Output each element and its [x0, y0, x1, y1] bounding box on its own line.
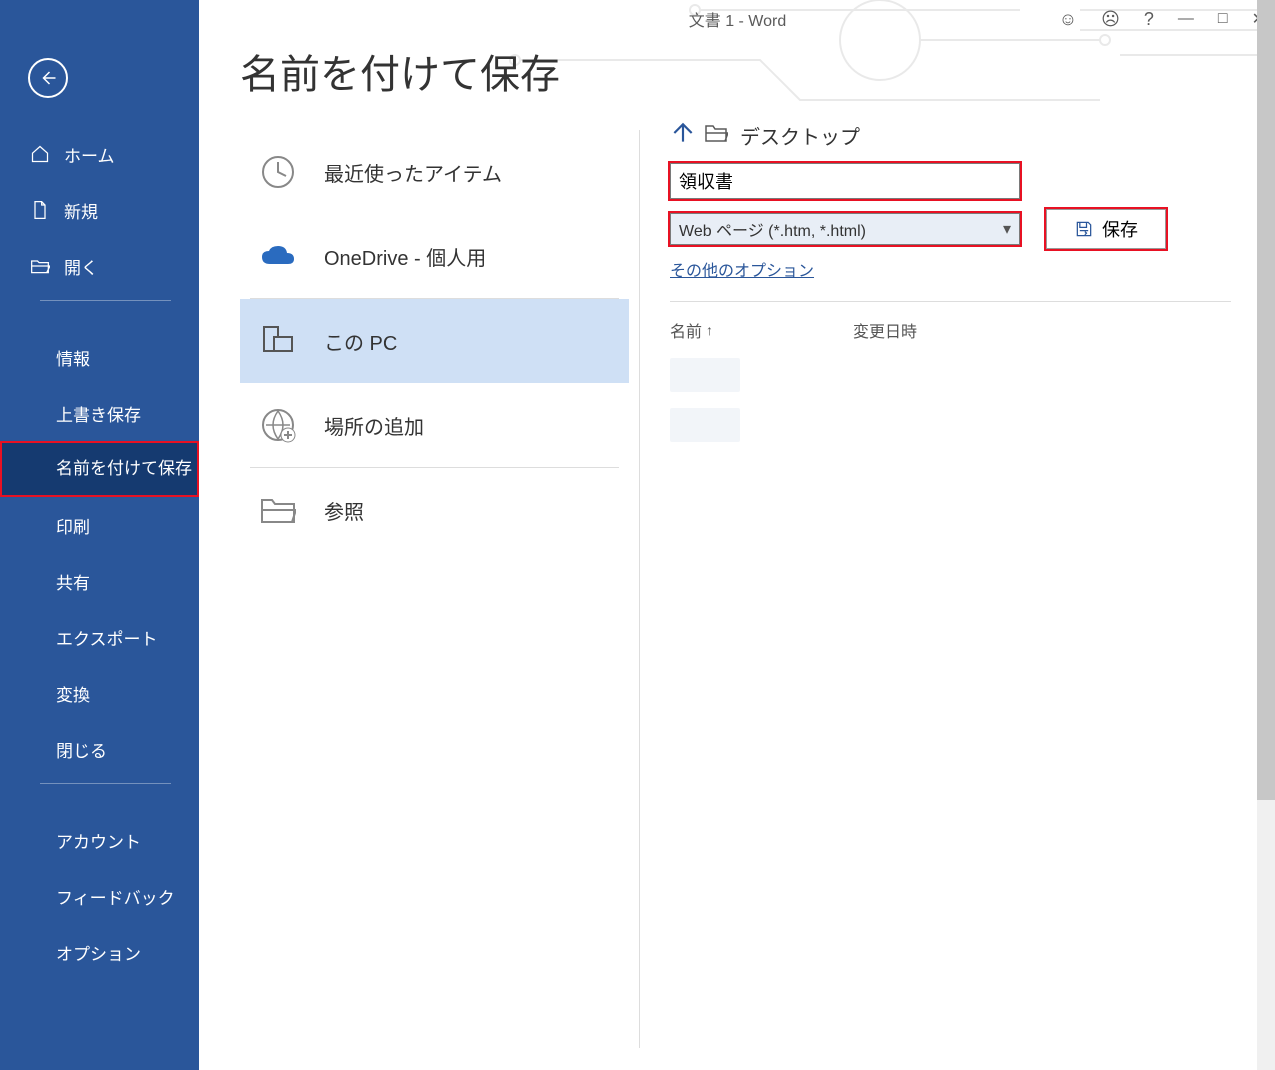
sidebar-item-export[interactable]: エクスポート — [0, 609, 199, 665]
save-locations-list: 最近使ったアイテム OneDrive - 個人用 この PC 場所の追加 参照 — [240, 130, 640, 1048]
location-label: この PC — [324, 327, 397, 356]
sidebar-label: オプション — [56, 940, 141, 965]
backstage-sidebar: ホーム 新規 開く 情報 上書き保存 名前を付けて保存 印刷 共有 エクスポート… — [0, 0, 199, 1070]
folder-icon — [704, 123, 728, 148]
sidebar-item-save[interactable]: 上書き保存 — [0, 385, 199, 441]
location-label: 最近使ったアイテム — [324, 158, 502, 187]
file-list-headers: 名前 ↑ 変更日時 — [670, 318, 1231, 342]
location-browse[interactable]: 参照 — [240, 468, 629, 552]
location-label: 場所の追加 — [324, 411, 424, 440]
sidebar-item-home[interactable]: ホーム — [0, 126, 199, 182]
sidebar-label: 新規 — [64, 198, 98, 223]
list-item — [670, 358, 740, 392]
filetype-value: Web ページ (*.htm, *.html) — [679, 217, 866, 241]
sidebar-item-new[interactable]: 新規 — [0, 182, 199, 238]
vertical-scrollbar[interactable] — [1257, 0, 1275, 1070]
sidebar-label: 変換 — [56, 681, 90, 706]
sidebar-label: 閉じる — [56, 737, 107, 762]
location-onedrive[interactable]: OneDrive - 個人用 — [240, 214, 629, 298]
sidebar-item-feedback[interactable]: フィードバック — [0, 868, 199, 924]
sidebar-item-print[interactable]: 印刷 — [0, 497, 199, 553]
filename-input[interactable] — [670, 163, 1020, 199]
sidebar-label: 情報 — [56, 345, 90, 370]
column-name[interactable]: 名前 ↑ — [670, 318, 713, 342]
location-label: OneDrive - 個人用 — [324, 242, 486, 271]
add-place-icon — [254, 401, 302, 449]
sidebar-label: 開く — [64, 254, 98, 279]
more-options-link[interactable]: その他のオプション — [670, 257, 814, 281]
sidebar-label: フィードバック — [56, 884, 175, 909]
sidebar-separator — [40, 783, 171, 784]
sidebar-label: 名前を付けて保存 — [56, 458, 192, 479]
location-recent[interactable]: 最近使ったアイテム — [240, 130, 629, 214]
location-this-pc[interactable]: この PC — [240, 299, 629, 383]
detail-separator — [670, 301, 1231, 302]
sidebar-separator — [40, 300, 171, 301]
thispc-icon — [254, 317, 302, 365]
column-modified[interactable]: 変更日時 — [853, 318, 917, 342]
sidebar-item-options[interactable]: オプション — [0, 924, 199, 980]
sort-asc-icon: ↑ — [706, 322, 713, 338]
save-button[interactable]: 保存 — [1046, 209, 1166, 249]
back-button[interactable] — [28, 58, 68, 98]
sidebar-item-info[interactable]: 情報 — [0, 329, 199, 385]
location-add-place[interactable]: 場所の追加 — [240, 383, 629, 467]
clock-icon — [254, 148, 302, 196]
location-label: 参照 — [324, 496, 364, 525]
folder-open-icon — [28, 254, 52, 278]
browse-folder-icon — [254, 486, 302, 534]
sidebar-label: 共有 — [56, 569, 90, 594]
sidebar-label: ホーム — [64, 142, 115, 167]
up-folder-button[interactable] — [670, 120, 696, 151]
save-detail-pane: デスクトップ Web ページ (*.htm, *.html) 保存 その他のオプ… — [670, 120, 1231, 442]
home-icon — [28, 142, 52, 166]
list-item — [670, 408, 740, 442]
onedrive-icon — [254, 232, 302, 280]
newdoc-icon — [28, 198, 52, 222]
sidebar-label: 印刷 — [56, 513, 90, 538]
sidebar-label: エクスポート — [56, 625, 158, 650]
sidebar-item-close[interactable]: 閉じる — [0, 721, 199, 777]
scrollbar-thumb[interactable] — [1257, 0, 1275, 800]
sidebar-label: アカウント — [56, 828, 141, 853]
sidebar-item-save-as[interactable]: 名前を付けて保存 — [0, 441, 199, 497]
current-path[interactable]: デスクトップ — [740, 121, 860, 150]
sidebar-label: 上書き保存 — [56, 401, 141, 426]
sidebar-item-share[interactable]: 共有 — [0, 553, 199, 609]
save-button-label: 保存 — [1102, 216, 1138, 242]
sidebar-item-open[interactable]: 開く — [0, 238, 199, 294]
page-title: 名前を付けて保存 — [240, 42, 1275, 100]
sidebar-item-transform[interactable]: 変換 — [0, 665, 199, 721]
sidebar-item-account[interactable]: アカウント — [0, 812, 199, 868]
filetype-dropdown[interactable]: Web ページ (*.htm, *.html) — [670, 213, 1020, 245]
